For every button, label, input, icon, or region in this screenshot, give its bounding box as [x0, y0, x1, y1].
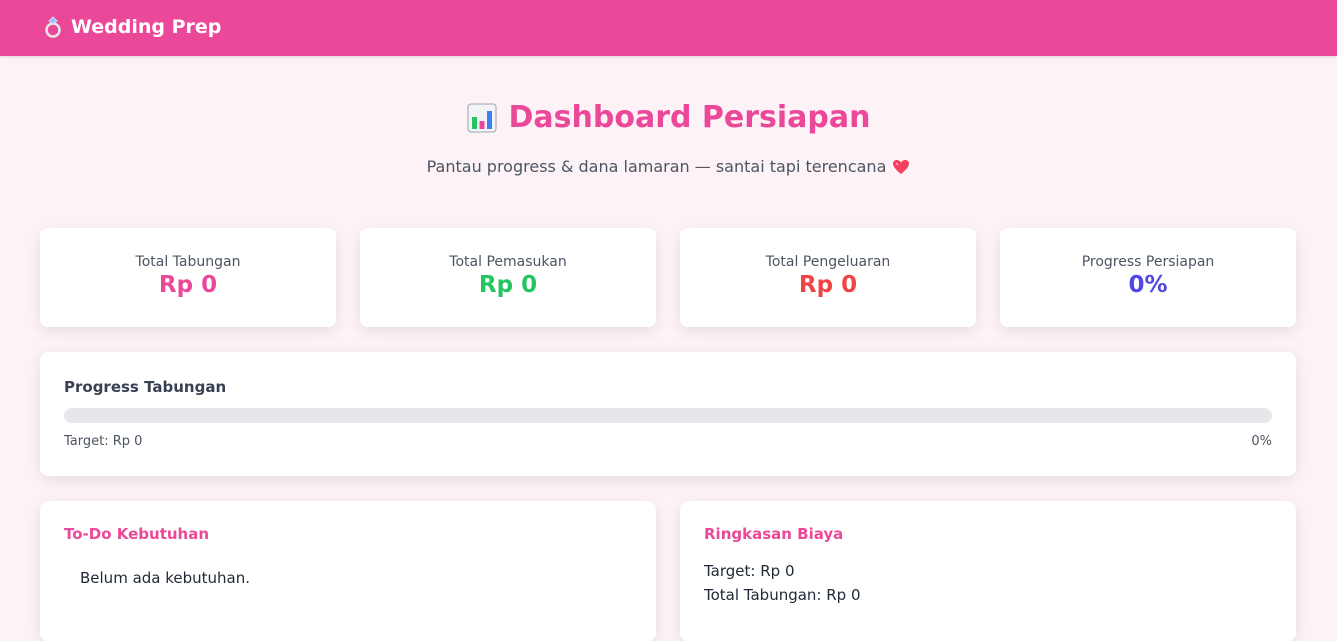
top-navbar: Wedding Prep — [0, 0, 1337, 56]
savings-progress-title: Progress Tabungan — [64, 378, 227, 396]
savings-percent-text: 0% — [1251, 434, 1272, 449]
heart-icon — [892, 159, 910, 175]
stat-label: Total Pemasukan — [449, 254, 567, 270]
brand-link[interactable]: Wedding Prep — [43, 16, 221, 38]
cost-summary-title: Ringkasan Biaya — [704, 525, 844, 543]
savings-target-text: Target: Rp 0 — [64, 434, 143, 449]
brand-name: Wedding Prep — [71, 16, 222, 38]
stat-card-total-tabungan: Total Tabungan Rp 0 — [40, 228, 336, 327]
page-title-text: Dashboard Persiapan — [508, 100, 871, 135]
page-subtitle-text: Pantau progress & dana lamaran — santai … — [426, 157, 887, 176]
todo-panel: To-Do Kebutuhan Belum ada kebutuhan. — [40, 501, 656, 641]
page-title: Dashboard Persiapan — [0, 100, 1337, 135]
todo-title: To-Do Kebutuhan — [64, 525, 210, 543]
stat-label: Total Tabungan — [135, 254, 241, 270]
stat-value: 0% — [1128, 272, 1168, 298]
summary-total-tabungan-line: Total Tabungan: Rp 0 — [704, 586, 861, 604]
savings-progress-card: Progress Tabungan Target: Rp 0 0% — [40, 352, 1296, 476]
todo-empty-text: Belum ada kebutuhan. — [80, 569, 251, 587]
stat-label: Total Pengeluaran — [765, 254, 891, 270]
stat-value: Rp 0 — [798, 272, 858, 298]
stat-value: Rp 0 — [478, 272, 538, 298]
stat-card-progress-persiapan: Progress Persiapan 0% — [1000, 228, 1296, 327]
summary-target-line: Target: Rp 0 — [704, 562, 795, 580]
page-subtitle: Pantau progress & dana lamaran — santai … — [0, 157, 1337, 176]
savings-progress-bar — [64, 408, 1272, 423]
cost-summary-panel: Ringkasan Biaya Target: Rp 0 Total Tabun… — [680, 501, 1296, 641]
ring-icon — [43, 16, 63, 38]
stat-card-total-pemasukan: Total Pemasukan Rp 0 — [360, 228, 656, 327]
stat-value: Rp 0 — [158, 272, 218, 298]
stat-label: Progress Persiapan — [1081, 254, 1215, 270]
bar-chart-icon — [467, 103, 497, 133]
stat-card-total-pengeluaran: Total Pengeluaran Rp 0 — [680, 228, 976, 327]
